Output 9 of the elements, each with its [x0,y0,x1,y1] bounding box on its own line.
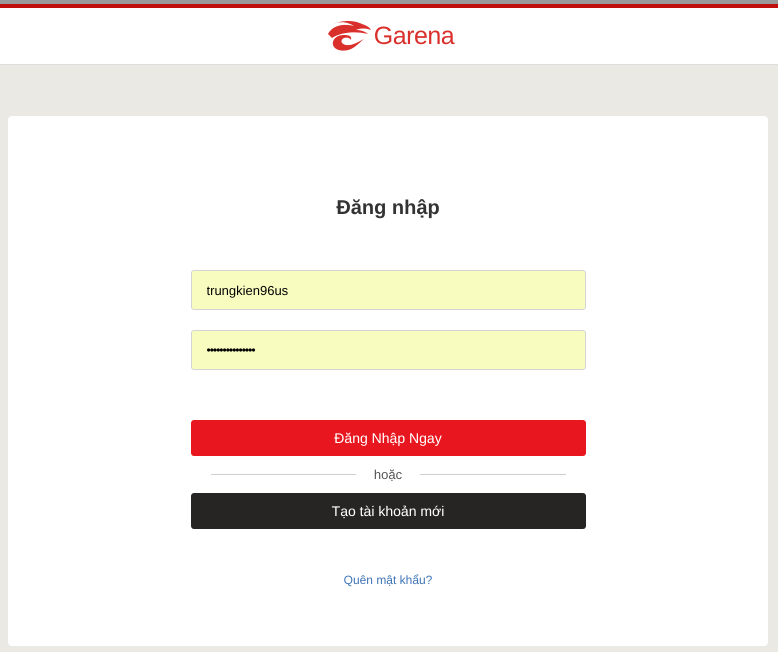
password-field[interactable]: ••••••••••••••• [190,330,586,370]
login-button[interactable]: Đăng Nhập Ngay [190,420,586,456]
divider-text: hoặc [372,467,404,482]
register-button[interactable]: Tạo tài khoản mới [190,493,586,529]
login-title: Đăng nhập [336,196,440,220]
logo[interactable]: Garena [324,20,454,52]
forgot-password-link[interactable]: Quên mật khẩu? [344,573,432,587]
username-field[interactable]: trungkien96us [190,270,586,310]
logo-text: Garena [374,22,454,50]
